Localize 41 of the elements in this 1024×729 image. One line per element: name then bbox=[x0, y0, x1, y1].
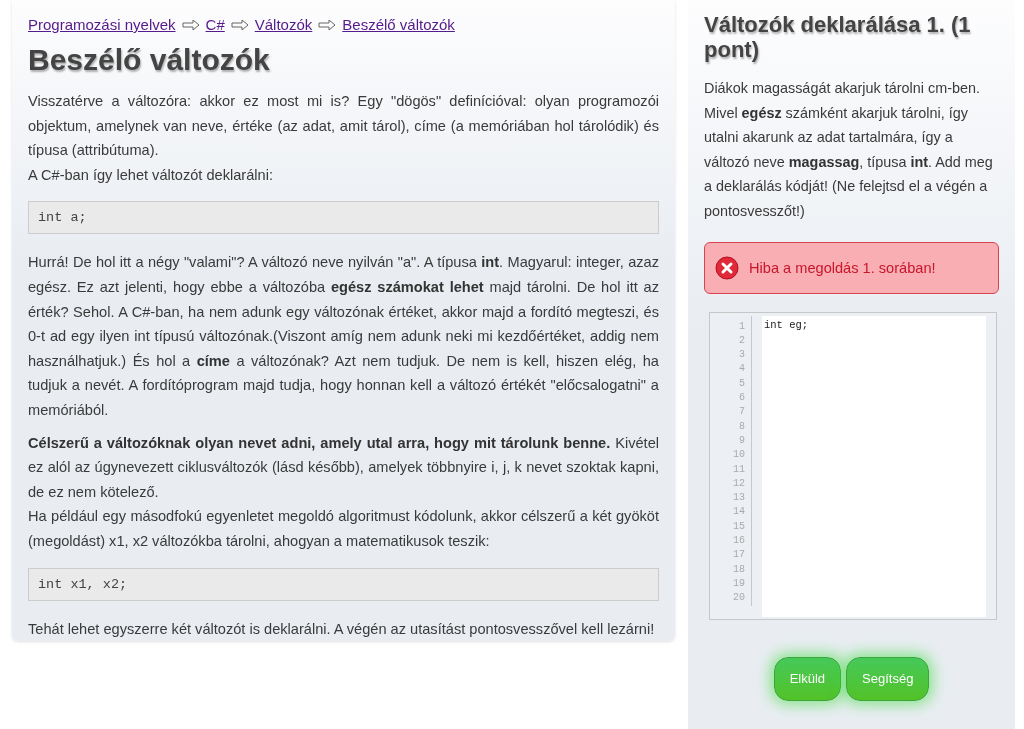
line-number: 15 bbox=[732, 519, 746, 534]
paragraph: Tehát lehet egyszerre két változót is deklarálni. A végén az utasítást pontosvesszővel kell lezárni! bbox=[28, 619, 656, 639]
line-number: 19 bbox=[732, 576, 746, 591]
line-number: 1 bbox=[738, 319, 746, 334]
paragraph: Hurrá! De hol itt a négy "valami"? A változó neve nyilván "a". A típusa int. Magyarul: integer, azaz egész. Ez azt jelenti, hogy ebbe a változóba egész számokat lehet majd tárolni. De hol itt az érték? Sehol. A C#-ban, ha nem adunk egy változónak értéket, akkor majd a fordító megteszi, és 0-t ad egy ilyen int típusú változónak.(Viszont amíg nem adunk neki mi kezdőértéket, addig nem használhatjuk.) És hol a címe a változónak? Azt nem tudjuk. De nem is kell, hiszen elég, ha tudjuk a nevét. A fordítóprogram majd tudja, hogy honnan kell a változó értékét "előcsalogatni" a memóriából. bbox=[28, 253, 659, 420]
line-number: 13 bbox=[732, 491, 746, 506]
line-number: 11 bbox=[732, 462, 746, 477]
line-number: 4 bbox=[738, 362, 746, 377]
arrow-icon bbox=[181, 18, 200, 31]
paragraph: A C#-ban így lehet változót deklarálni: bbox=[28, 165, 274, 185]
line-number: 7 bbox=[738, 405, 746, 420]
breadcrumb-link[interactable]: Beszélő változók bbox=[342, 16, 455, 33]
line-number: 20 bbox=[732, 591, 746, 606]
line-number: 10 bbox=[732, 448, 746, 463]
code-block: int x1, x2; bbox=[28, 567, 659, 601]
breadcrumb-link[interactable]: Programozási nyelvek bbox=[28, 16, 176, 33]
paragraph: Ha például egy másodfokú egyenletet megoldó algoritmust kódolunk, akkor célszerű a két gyököt (megoldást) x1, x2 változókba tárolni, ahogyan a matematikusok teszik: bbox=[28, 507, 659, 551]
line-number: 5 bbox=[738, 376, 746, 391]
line-number: 17 bbox=[732, 548, 746, 563]
task-description: Diákok magasságát akarjuk tárolni cm-ben. Mivel egész számként akarjuk tárolni, így utalni akarunk az adat tartalmára, így a változó neve magassag, típusa int. Add meg a deklarálás kódját! (Ne felejtsd el a végén a pontosvesszőt!) bbox=[704, 79, 994, 221]
error-icon bbox=[715, 255, 739, 280]
page-title: Beszélő változók bbox=[28, 43, 271, 77]
arrow-icon bbox=[318, 18, 337, 31]
paragraph: Célszerű a változóknak olyan nevet adni, amely utal arra, hogy mit tárolunk benne. Kivétel ez alól az úgynevezett ciklusváltozók (lásd később), amelyek többnyire i, j, k nevet szoktak kapni, de ez nem kötelező. bbox=[28, 433, 659, 502]
line-number: 6 bbox=[738, 391, 746, 406]
line-number: 14 bbox=[732, 505, 746, 520]
breadcrumb-link[interactable]: C# bbox=[205, 16, 225, 33]
line-number: 2 bbox=[738, 333, 746, 348]
task-title: Változók deklarálása 1. (1 pont) bbox=[704, 12, 972, 62]
paragraph: Visszatérve a változóra: akkor ez most mi is? Egy "dögös" definícióval: olyan programozói objektum, amelynek van neve, értéke (az adat, amit tárol), címe (a memóriában hol tárolódik) és típusa (attribútuma). bbox=[28, 92, 659, 161]
code-block: int a; bbox=[28, 201, 659, 235]
line-number: 8 bbox=[738, 419, 746, 434]
code-editor[interactable]: 1 2 3 4 5 6 7 8 9 10 11 12 13 14 15 16 17 18 19 20 int eg; bbox=[709, 311, 997, 620]
error-message: Hiba a megoldás 1. sorában! bbox=[749, 259, 936, 276]
line-number: 16 bbox=[732, 534, 746, 548]
line-number: 12 bbox=[732, 476, 746, 491]
breadcrumb-link[interactable]: Változók bbox=[254, 16, 313, 33]
line-number: 18 bbox=[732, 562, 746, 577]
line-number: 3 bbox=[738, 348, 746, 363]
arrow-icon bbox=[230, 18, 249, 31]
line-number: 9 bbox=[738, 433, 746, 448]
